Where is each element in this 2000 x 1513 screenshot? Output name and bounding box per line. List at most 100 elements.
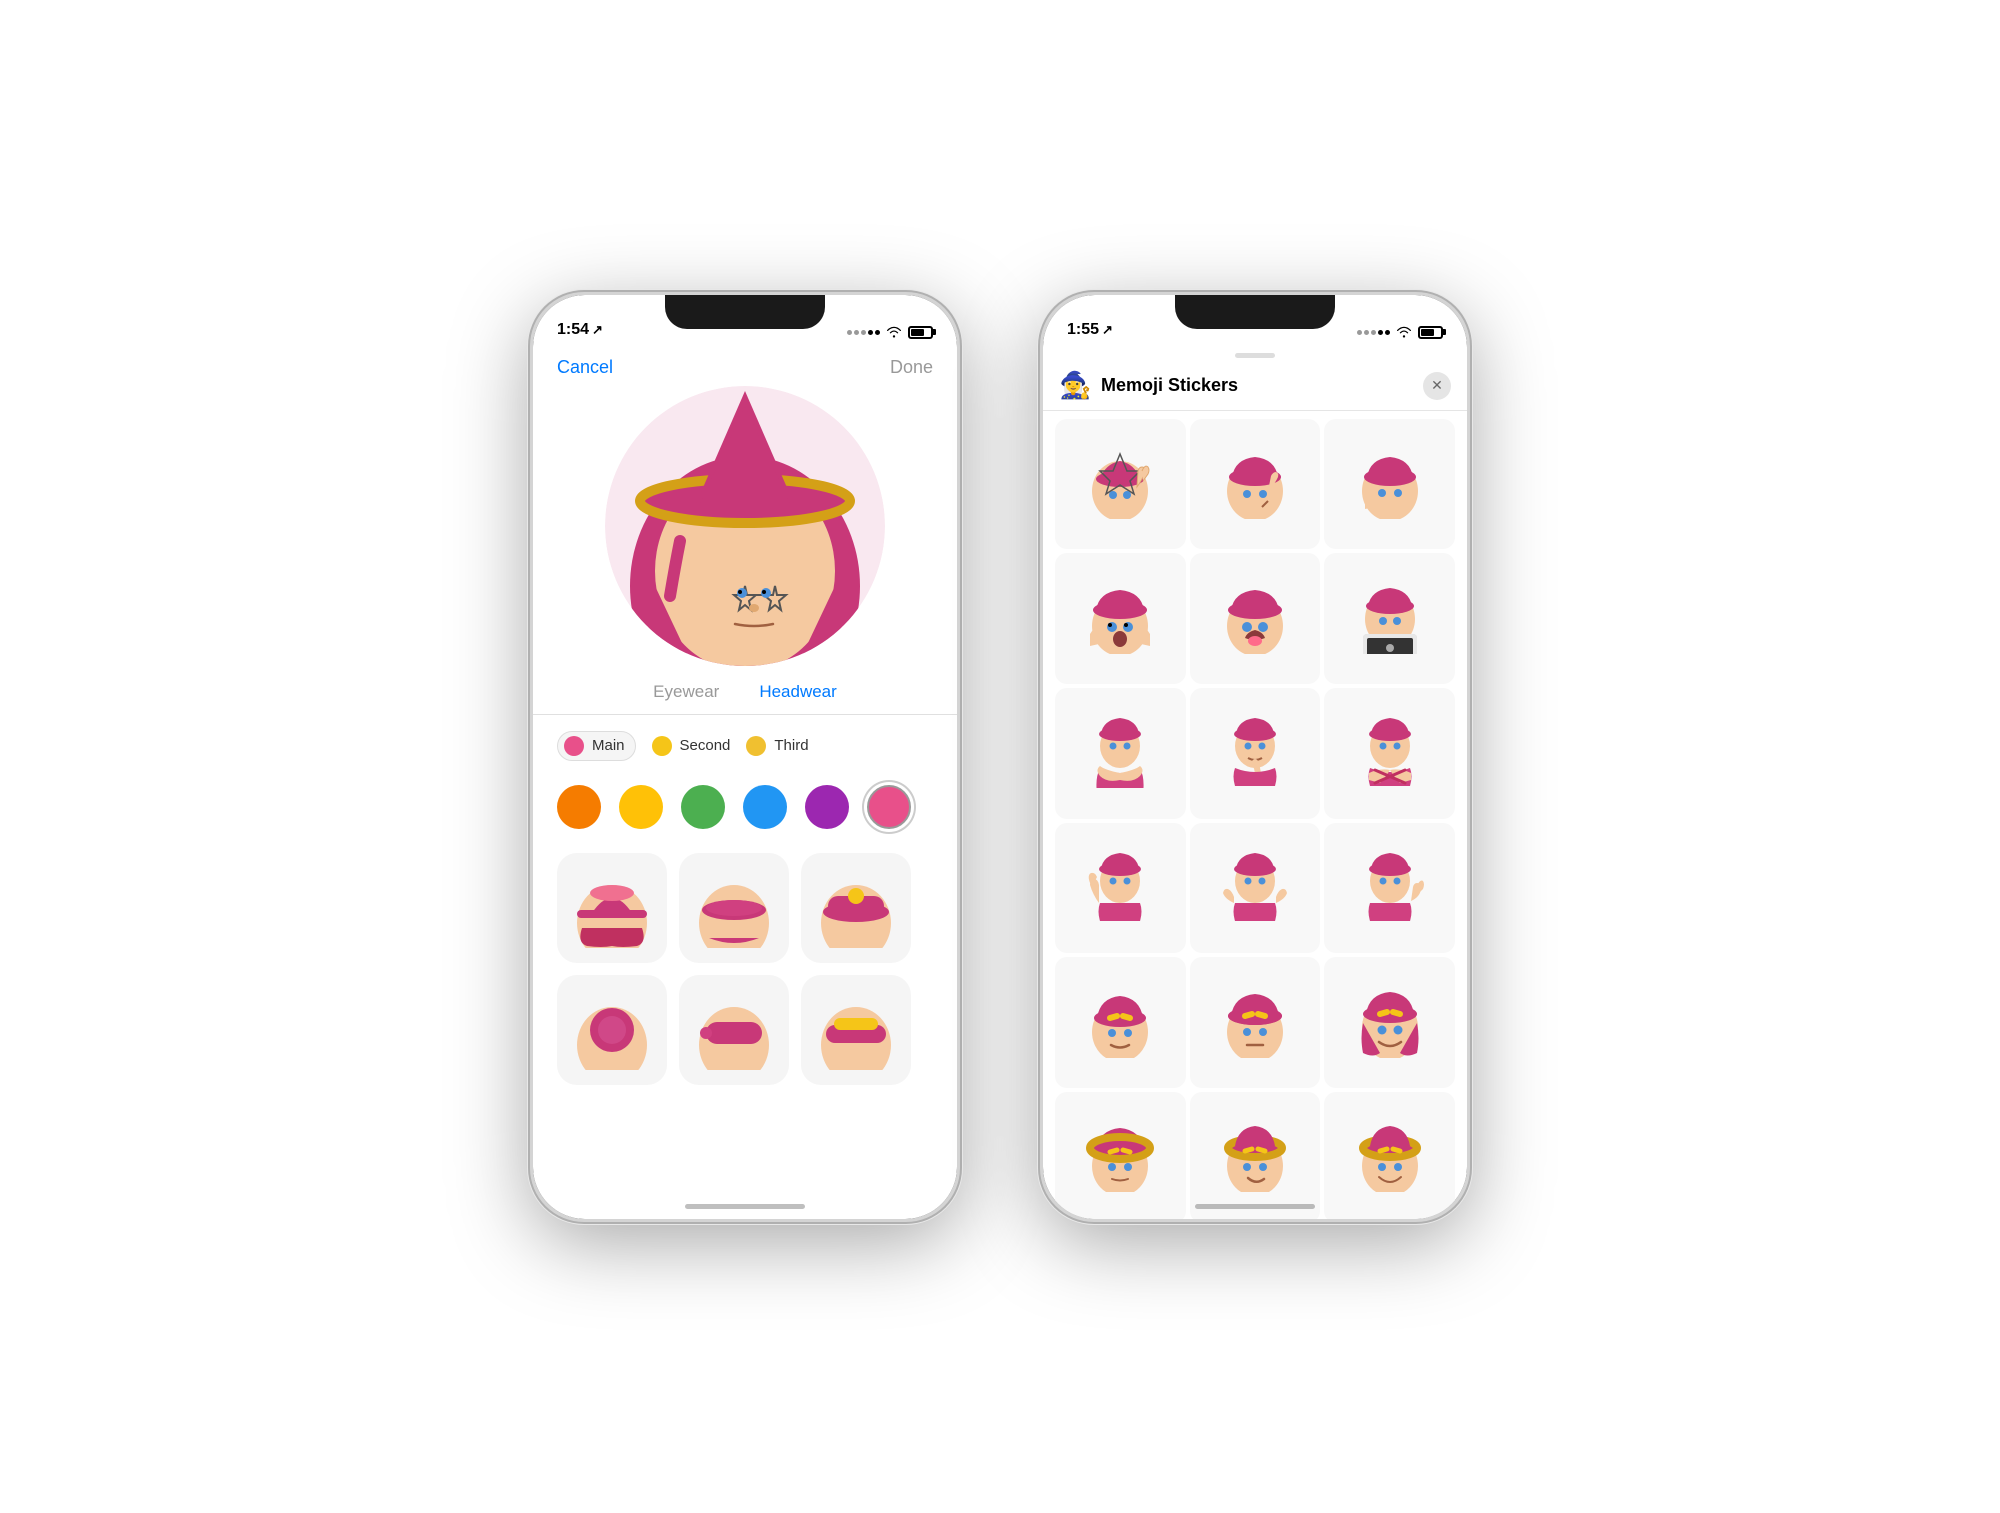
phone-2-inner: 1:55 ↗ [1043,295,1467,1219]
third-label: Third [774,737,808,754]
done-button[interactable]: Done [890,357,933,378]
signal-icon [847,330,880,335]
phone-1-inner: 1:54 ↗ [533,295,957,1219]
second-label: Second [680,737,731,754]
sticker-svg-13 [1085,988,1155,1058]
headwear-item-6[interactable] [801,975,911,1085]
location-arrow-icon-2: ↗ [1102,322,1113,338]
headwear-svg-1 [572,868,652,948]
time-display-1: 1:54 ↗ [557,321,603,339]
sticker-item-3[interactable] [1324,419,1455,550]
sticker-item-5[interactable] [1190,553,1321,684]
sticker-item-6[interactable] [1324,553,1455,684]
sticker-svg-5 [1220,584,1290,654]
third-color-swatch [746,736,766,756]
palette-blue[interactable] [743,785,787,829]
drawer-handle [1235,353,1275,358]
home-indicator-1 [685,1204,805,1209]
tab-eyewear[interactable]: Eyewear [653,682,719,702]
sticker-svg-4 [1085,584,1155,654]
color-option-second[interactable]: Second [652,736,731,756]
battery-icon-2 [1418,326,1443,339]
sticker-item-16[interactable] [1055,1092,1186,1219]
palette-green[interactable] [681,785,725,829]
sticker-item-1[interactable] [1055,419,1186,550]
sticker-svg-8 [1220,718,1290,788]
close-button[interactable]: ✕ [1423,372,1451,400]
sticker-item-17[interactable] [1190,1092,1321,1219]
headwear-row-2 [557,975,933,1085]
wifi-icon [886,326,902,338]
headwear-row-1 [557,853,933,963]
palette-orange[interactable] [557,785,601,829]
notch-2 [1175,295,1335,329]
headwear-item-4[interactable] [557,975,667,1085]
palette-pink[interactable] [867,785,911,829]
sticker-grid [1043,411,1467,1219]
headwear-item-5[interactable] [679,975,789,1085]
sticker-svg-15 [1355,988,1425,1058]
phone-1-content: Cancel Done [533,345,957,1219]
tab-headwear[interactable]: Headwear [759,682,837,702]
sticker-item-10[interactable] [1055,823,1186,954]
nav-bar-1: Cancel Done [533,345,957,386]
memoji-svg [605,386,885,666]
sticker-svg-16 [1085,1122,1155,1192]
headwear-svg-3 [816,868,896,948]
sticker-item-8[interactable] [1190,688,1321,819]
sticker-svg-6 [1355,584,1425,654]
sticker-svg-2 [1220,449,1290,519]
phone-1-screen: 1:54 ↗ [533,295,957,1219]
sticker-title: Memoji Stickers [1101,375,1423,396]
headwear-svg-4 [572,990,652,1070]
color-option-third[interactable]: Third [746,736,808,756]
sticker-item-14[interactable] [1190,957,1321,1088]
sticker-item-18[interactable] [1324,1092,1455,1219]
sticker-svg-1 [1085,449,1155,519]
cancel-button[interactable]: Cancel [557,357,613,378]
headwear-svg-5 [694,990,774,1070]
sticker-item-7[interactable] [1055,688,1186,819]
headwear-svg-2 [694,868,774,948]
phone-2-screen: 1:55 ↗ [1043,295,1467,1219]
home-indicator-2 [1195,1204,1315,1209]
second-color-swatch [652,736,672,756]
phone-2-content: 🧙‍♀️ Memoji Stickers ✕ [1043,345,1467,1219]
sticker-item-4[interactable] [1055,553,1186,684]
sticker-item-9[interactable] [1324,688,1455,819]
phones-container: 1:54 ↗ [530,292,1470,1222]
main-color-swatch [564,736,584,756]
color-palette [533,777,957,845]
sticker-item-13[interactable] [1055,957,1186,1088]
phone-2: 1:55 ↗ [1040,292,1470,1222]
sticker-svg-11 [1220,853,1290,923]
status-right-2 [1357,326,1443,339]
sticker-item-2[interactable] [1190,419,1321,550]
sticker-svg-10 [1085,853,1155,923]
sticker-header: 🧙‍♀️ Memoji Stickers ✕ [1043,362,1467,411]
sticker-svg-17 [1220,1122,1290,1192]
headwear-item-2[interactable] [679,853,789,963]
sticker-svg-12 [1355,853,1425,923]
main-label: Main [592,737,625,754]
tab-row: Eyewear Headwear [533,666,957,715]
sticker-item-15[interactable] [1324,957,1455,1088]
headwear-item-1[interactable] [557,853,667,963]
wifi-icon-2 [1396,326,1412,338]
color-option-main[interactable]: Main [557,731,636,761]
sticker-item-11[interactable] [1190,823,1321,954]
sticker-item-12[interactable] [1324,823,1455,954]
palette-purple[interactable] [805,785,849,829]
sticker-svg-3 [1355,449,1425,519]
signal-icon-2 [1357,330,1390,335]
headwear-svg-6 [816,990,896,1070]
sticker-svg-14 [1220,988,1290,1058]
palette-yellow[interactable] [619,785,663,829]
headwear-item-3[interactable] [801,853,911,963]
sticker-svg-18 [1355,1122,1425,1192]
headwear-grid [533,845,957,1093]
sticker-svg-7 [1085,718,1155,788]
sticker-svg-9 [1355,718,1425,788]
notch [665,295,825,329]
battery-icon [908,326,933,339]
